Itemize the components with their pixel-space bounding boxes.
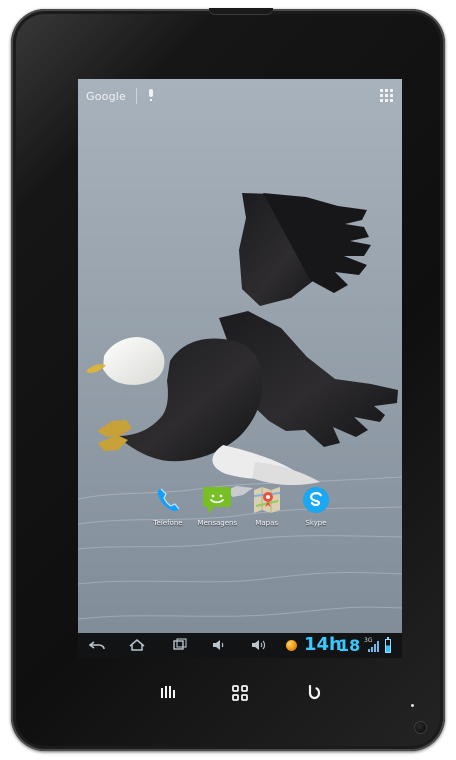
apps-dot: [380, 94, 383, 97]
apps-dot: [385, 89, 388, 92]
apps-dot: [390, 99, 393, 102]
navigation-controls: [78, 633, 266, 658]
search-divider: [136, 88, 137, 104]
apps-icon[interactable]: [380, 89, 393, 102]
battery-icon: [385, 637, 391, 653]
time-hour: 14h: [304, 634, 342, 655]
signal-bar: [374, 644, 376, 652]
shortcut-label: Skype: [305, 519, 327, 527]
eagle-illustration: [78, 79, 402, 658]
home-icon[interactable]: [128, 637, 146, 653]
volume-down-icon[interactable]: [210, 637, 228, 653]
shortcut-telefone[interactable]: Telefone: [147, 483, 189, 539]
eagle-wallpaper: [78, 79, 402, 658]
apps-dot: [380, 89, 383, 92]
system-bar: 14h 18 3G: [78, 633, 402, 658]
signal-icon: [368, 641, 380, 652]
google-search-bar[interactable]: Google: [86, 87, 155, 105]
phone-icon: [151, 483, 185, 517]
notification-icon: [286, 640, 297, 651]
shortcut-label: Mensagens: [197, 519, 238, 527]
menu-icon[interactable]: [156, 681, 180, 705]
signal-bar: [377, 641, 379, 652]
microphone-icon[interactable]: [147, 89, 155, 103]
apps-dot: [385, 99, 388, 102]
camera-icon: [414, 721, 427, 734]
apps-dot: [390, 94, 393, 97]
shortcut-label: Telefone: [153, 519, 183, 527]
top-notch: [209, 8, 273, 15]
recent-apps-icon[interactable]: [170, 637, 188, 653]
shortcut-skype[interactable]: Skype: [295, 483, 337, 539]
android-home-screen: Google Telefone Mensagens Mapas Skype: [78, 79, 402, 658]
back-arrow-icon[interactable]: [88, 637, 106, 653]
google-label: Google: [86, 89, 126, 103]
signal-bar: [371, 647, 373, 652]
home-shortcuts-dock: Telefone Mensagens Mapas Skype: [147, 483, 337, 539]
time-minute: 18: [338, 636, 361, 655]
apps-dot: [385, 94, 388, 97]
volume-up-icon[interactable]: [250, 637, 268, 653]
shortcut-mapas[interactable]: Mapas: [246, 483, 288, 539]
signal-bar: [368, 649, 370, 652]
apps-dot: [390, 89, 393, 92]
hardware-buttons: [0, 681, 456, 721]
grid-icon[interactable]: [228, 681, 252, 705]
skype-icon: [299, 483, 333, 517]
indicator-dot: [411, 704, 414, 707]
shortcut-label: Mapas: [255, 519, 279, 527]
power-icon[interactable]: [302, 681, 326, 705]
status-area: 14h 18 3G: [286, 635, 398, 656]
apps-dot: [380, 99, 383, 102]
maps-icon: [250, 483, 284, 517]
shortcut-mensagens[interactable]: Mensagens: [196, 483, 238, 539]
message-icon: [200, 483, 234, 517]
